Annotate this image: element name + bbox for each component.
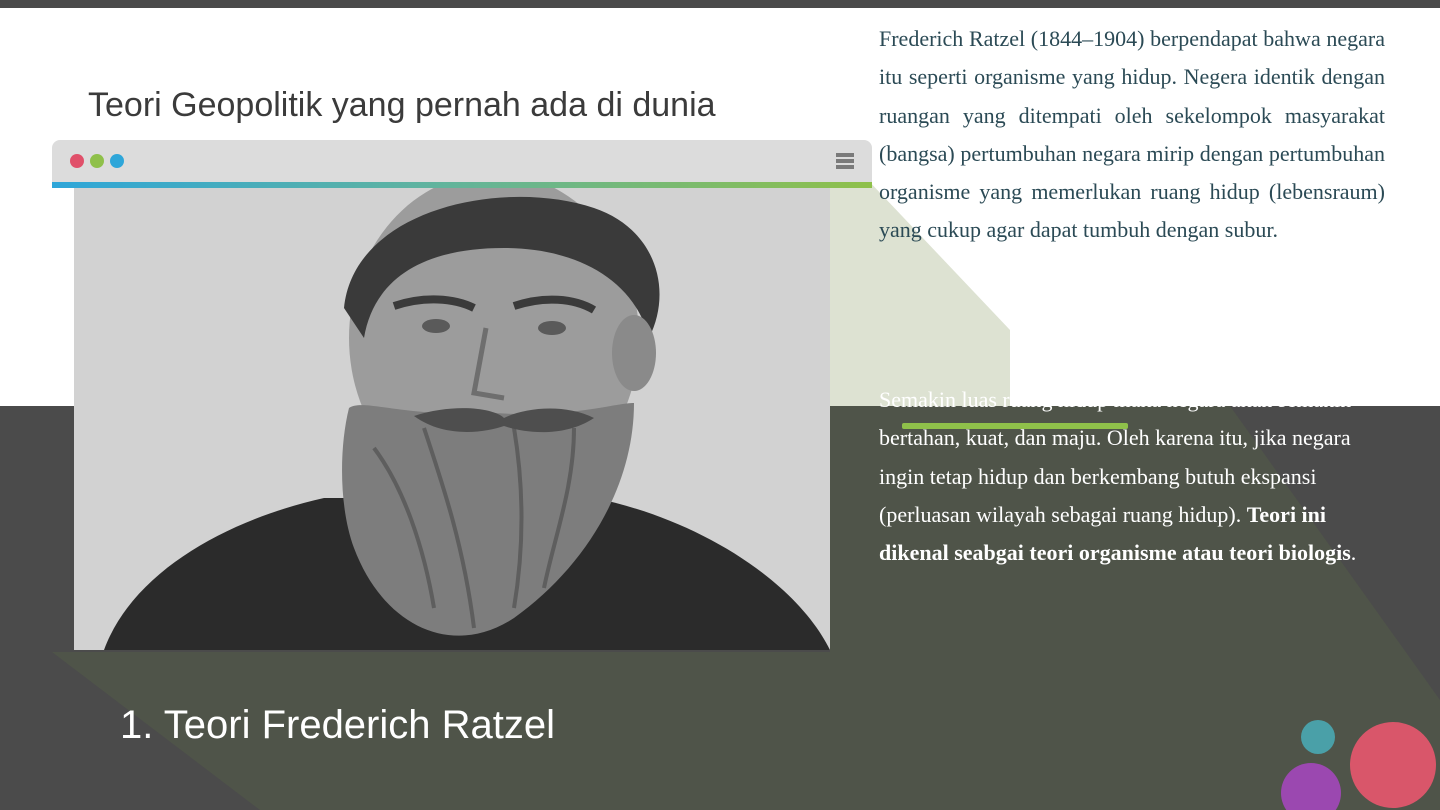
green-dot-icon — [90, 154, 104, 168]
slide-heading: Teori Geopolitik yang pernah ada di duni… — [88, 86, 716, 124]
red-dot-icon — [70, 154, 84, 168]
browser-frame — [52, 140, 872, 652]
paragraph-end: . — [1350, 540, 1357, 566]
hamburger-menu-icon — [836, 153, 854, 173]
ratzel-description-paragraph: Frederich Ratzel (1844–1904) berpendapat… — [879, 26, 1385, 243]
blue-dot-icon — [110, 154, 124, 168]
browser-title-bar — [52, 140, 872, 182]
teal-circle — [1301, 720, 1335, 754]
pink-circle — [1350, 722, 1436, 808]
section-title: 1. Teori Frederich Ratzel — [120, 703, 555, 747]
ratzel-expansion-paragraph: Semakin luas ruang hidup maka negara aka… — [879, 381, 1385, 572]
portrait-illustration — [74, 188, 830, 650]
portrait-photo — [74, 188, 830, 650]
